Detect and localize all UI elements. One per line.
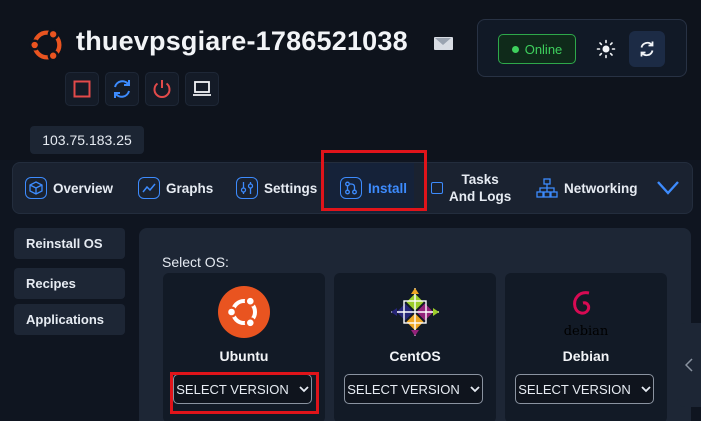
chevron-left-icon (685, 358, 693, 372)
mail-icon[interactable] (434, 37, 453, 50)
debian-icon: debian (564, 291, 609, 339)
status-dot-icon (511, 45, 519, 53)
list-icon (431, 182, 443, 194)
tab-tasks-and-logs[interactable]: Tasks And Logs (431, 163, 511, 213)
tab-tasks-line2: And Logs (449, 189, 512, 204)
side-drawer-toggle[interactable] (677, 323, 701, 407)
install-tab-highlight (321, 150, 427, 211)
select-version-label: SELECT VERSION (347, 381, 460, 397)
select-version-centos-button[interactable]: SELECT VERSION (344, 374, 483, 404)
server-header: thuevpsgiare-1786521038 Online 103.75.18… (0, 0, 701, 160)
status-panel: Online (477, 19, 687, 77)
server-title: thuevpsgiare-1786521038 (76, 26, 408, 56)
chevron-down-icon (641, 385, 651, 392)
tab-tasks-line1: Tasks (461, 172, 499, 187)
cube-icon (25, 177, 47, 199)
select-version-label: SELECT VERSION (518, 381, 631, 397)
debian-logo-text: debian (564, 324, 609, 339)
status-label: Online (524, 41, 563, 57)
console-button[interactable] (185, 72, 219, 106)
tab-graphs-label: Graphs (166, 180, 214, 196)
chevron-down-icon (470, 385, 480, 392)
chart-line-icon (138, 177, 160, 199)
restart-icon (114, 80, 130, 98)
power-controls (65, 72, 219, 106)
stop-button[interactable] (65, 72, 99, 106)
tab-networking[interactable]: Networking (536, 163, 638, 213)
sidebar-item-reinstall-os[interactable]: Reinstall OS (14, 228, 125, 259)
os-card-centos[interactable]: CentOS SELECT VERSION (334, 273, 496, 421)
refresh-button[interactable] (629, 31, 665, 67)
tab-overview-label: Overview (53, 180, 114, 196)
os-name-debian: Debian (562, 348, 610, 364)
os-name-centos: CentOS (389, 348, 441, 364)
tab-graphs[interactable]: Graphs (138, 163, 213, 213)
ubuntu-icon (218, 286, 270, 338)
centos-icon (391, 288, 439, 336)
restart-button[interactable] (105, 72, 139, 106)
select-version-debian-button[interactable]: SELECT VERSION (515, 374, 654, 404)
ip-address: 103.75.183.25 (30, 126, 144, 154)
nav-more-button[interactable] (656, 163, 680, 213)
tab-settings[interactable]: Settings (236, 163, 317, 213)
sun-icon[interactable] (596, 39, 616, 59)
network-icon (536, 178, 558, 198)
power-icon (153, 80, 171, 98)
os-card-debian[interactable]: debian Debian SELECT VERSION (505, 273, 667, 421)
ubuntu-version-highlight (170, 372, 319, 414)
console-icon (193, 81, 211, 96)
online-status-badge: Online (498, 34, 576, 64)
power-button[interactable] (145, 72, 179, 106)
tab-settings-label: Settings (264, 180, 318, 196)
ubuntu-logo-icon (29, 28, 62, 62)
tab-networking-label: Networking (564, 180, 638, 196)
sliders-icon (236, 177, 258, 199)
select-os-label: Select OS: (162, 254, 229, 270)
refresh-icon (640, 41, 654, 57)
tab-tasks-label: Tasks And Logs (449, 171, 511, 205)
sidebar-item-recipes[interactable]: Recipes (14, 268, 125, 299)
os-name-ubuntu: Ubuntu (219, 348, 269, 364)
chevron-down-icon (657, 181, 679, 195)
stop-icon (73, 80, 91, 98)
tab-overview[interactable]: Overview (25, 163, 113, 213)
sidebar-item-applications[interactable]: Applications (14, 304, 125, 335)
